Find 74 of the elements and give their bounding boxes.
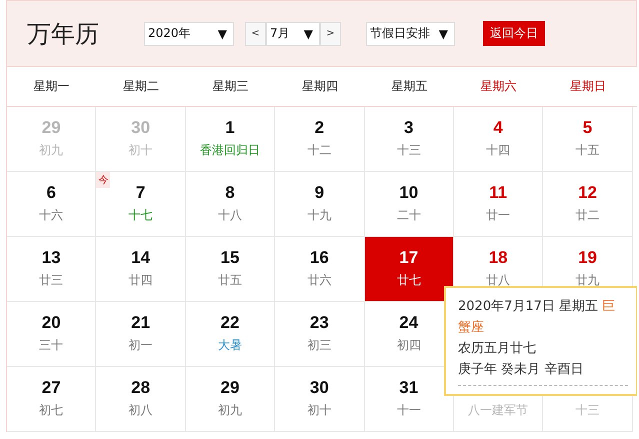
lunar-date: 初八 xyxy=(128,402,153,419)
day-number: 19 xyxy=(578,247,597,269)
lunar-date: 十三 xyxy=(576,402,600,419)
lunar-date: 廿四 xyxy=(128,272,153,289)
day-number: 3 xyxy=(404,117,414,139)
lunar-date: 初九 xyxy=(39,142,64,159)
tooltip-lunar-date: 农历五月廿七 xyxy=(458,340,537,358)
day-number: 12 xyxy=(578,182,597,204)
lunar-date: 初七 xyxy=(39,402,64,419)
lunar-date: 初四 xyxy=(396,337,421,354)
lunar-date: 二十 xyxy=(396,207,421,224)
weekday-label: 星期五 xyxy=(390,78,428,95)
day-number: 17 xyxy=(399,247,418,269)
lunar-date: 八一建军节 xyxy=(468,402,528,419)
lunar-date: 廿五 xyxy=(218,272,242,289)
day-number: 22 xyxy=(220,312,240,334)
day-number: 28 xyxy=(131,377,150,399)
day-number: 4 xyxy=(493,117,503,139)
lunar-date: 廿八 xyxy=(486,272,510,289)
lunar-date: 十二 xyxy=(307,142,332,159)
day-number: 7 xyxy=(136,182,146,204)
day-number: 10 xyxy=(399,182,418,204)
day-number: 5 xyxy=(582,117,592,139)
lunar-date: 初十 xyxy=(307,402,332,419)
lunar-date: 初一 xyxy=(128,337,153,354)
lunar-date: 廿二 xyxy=(576,207,600,224)
day-number: 16 xyxy=(310,247,329,269)
weekday-label: 星期日 xyxy=(569,78,608,95)
weekday-label: 星期一 xyxy=(32,78,71,95)
lunar-date: 十九 xyxy=(307,207,332,224)
weekday-label: 星期六 xyxy=(480,78,518,95)
day-number: 30 xyxy=(131,117,150,139)
day-number: 11 xyxy=(489,182,508,204)
lunar-date: 十三 xyxy=(396,142,421,159)
day-number: 9 xyxy=(314,182,324,204)
day-number: 13 xyxy=(42,247,61,269)
day-number: 27 xyxy=(42,377,61,399)
today-badge: 今 xyxy=(96,172,110,188)
weekday-label: 星期三 xyxy=(211,78,250,95)
day-number: 29 xyxy=(220,377,240,399)
lunar-date: 三十 xyxy=(39,337,64,354)
lunar-date: 初三 xyxy=(307,337,332,354)
day-number: 14 xyxy=(131,247,150,269)
lunar-date: 十四 xyxy=(486,142,510,159)
lunar-date: 初十 xyxy=(128,142,153,159)
day-number: 20 xyxy=(42,312,61,334)
day-number: 2 xyxy=(314,117,324,139)
day-number: 8 xyxy=(225,182,235,204)
weekday-label: 星期四 xyxy=(300,78,339,95)
lunar-date: 十八 xyxy=(218,207,242,224)
day-number: 29 xyxy=(42,117,61,139)
day-number: 24 xyxy=(399,312,418,334)
day-number: 23 xyxy=(310,312,329,334)
day-number: 18 xyxy=(488,247,508,269)
lunar-date: 十六 xyxy=(39,207,64,224)
day-number: 30 xyxy=(310,377,329,399)
lunar-date: 廿七 xyxy=(396,272,421,289)
lunar-date: 廿九 xyxy=(576,272,600,289)
app-title: 万年历 xyxy=(27,18,100,50)
lunar-date: 十五 xyxy=(576,142,600,159)
weekday-label: 星期二 xyxy=(122,78,160,95)
lunar-date: 十一 xyxy=(396,402,421,419)
day-number: 6 xyxy=(46,182,56,204)
lunar-date: 廿一 xyxy=(486,207,510,224)
lunar-date: 廿六 xyxy=(307,272,332,289)
lunar-date: 十七 xyxy=(128,207,153,224)
lunar-date: 初九 xyxy=(218,402,242,419)
lunar-date: 廿三 xyxy=(39,272,64,289)
day-number: 21 xyxy=(131,312,150,334)
lunar-date: 香港回归日 xyxy=(200,142,260,159)
day-number: 15 xyxy=(220,247,240,269)
lunar-date: 大暑 xyxy=(218,337,242,354)
day-number: 1 xyxy=(225,117,235,139)
day-number: 31 xyxy=(399,377,418,399)
